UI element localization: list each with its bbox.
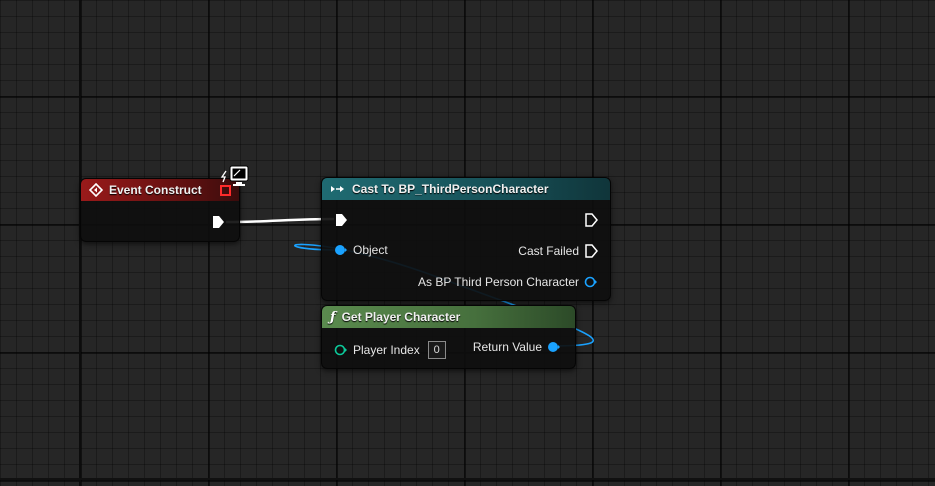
cast-object-pin[interactable]: Object <box>334 243 393 257</box>
cast-to-header[interactable]: Cast To BP_ThirdPersonCharacter <box>322 178 610 200</box>
event-diamond-icon <box>89 183 103 197</box>
graph-origin-horizontal <box>0 478 935 480</box>
player-index-label: Player Index <box>353 343 420 357</box>
cast-to-title: Cast To BP_ThirdPersonCharacter <box>352 182 549 196</box>
event-construct-title: Event Construct <box>109 183 202 197</box>
function-icon: ƒ <box>330 309 336 325</box>
get-player-character-node[interactable]: ƒ Get Player Character Player Index 0 Re… <box>321 305 576 369</box>
graph-origin-vertical <box>79 0 81 486</box>
player-index-input[interactable]: 0 <box>427 341 446 359</box>
event-delegate-pin[interactable] <box>220 183 231 201</box>
object-pin-outline-icon <box>584 276 597 288</box>
object-pin-icon <box>548 342 560 352</box>
player-index-pin[interactable]: Player Index 0 <box>334 341 446 359</box>
get-player-character-title: Get Player Character <box>341 310 461 324</box>
event-construct-node[interactable]: Event Construct <box>80 178 240 242</box>
exec-pin-icon <box>336 214 347 226</box>
cast-arrows-icon <box>330 183 346 195</box>
object-pin-icon <box>335 245 347 255</box>
exec-pin-outline-icon <box>585 244 598 258</box>
cast-exec-out-pin[interactable] <box>584 213 598 227</box>
cast-to-node[interactable]: Cast To BP_ThirdPersonCharacter Object C… <box>321 177 611 301</box>
delegate-square-icon <box>220 185 231 196</box>
return-value-label: Return Value <box>472 340 542 354</box>
cast-exec-in-pin[interactable] <box>334 213 348 227</box>
cast-object-label: Object <box>353 243 388 257</box>
int-pin-outline-icon <box>334 344 347 356</box>
get-player-character-header[interactable]: ƒ Get Player Character <box>322 306 575 328</box>
cast-as-label: As BP Third Person Character <box>418 275 579 289</box>
exec-pin-icon <box>213 216 224 228</box>
cast-failed-pin[interactable]: Cast Failed <box>513 244 598 258</box>
event-exec-out-pin[interactable] <box>211 215 225 229</box>
cast-as-pin[interactable]: As BP Third Person Character <box>413 275 598 289</box>
cast-failed-label: Cast Failed <box>518 244 579 258</box>
event-construct-header[interactable]: Event Construct <box>81 179 239 201</box>
exec-pin-outline-icon <box>585 213 598 227</box>
return-value-pin[interactable]: Return Value <box>468 340 561 354</box>
